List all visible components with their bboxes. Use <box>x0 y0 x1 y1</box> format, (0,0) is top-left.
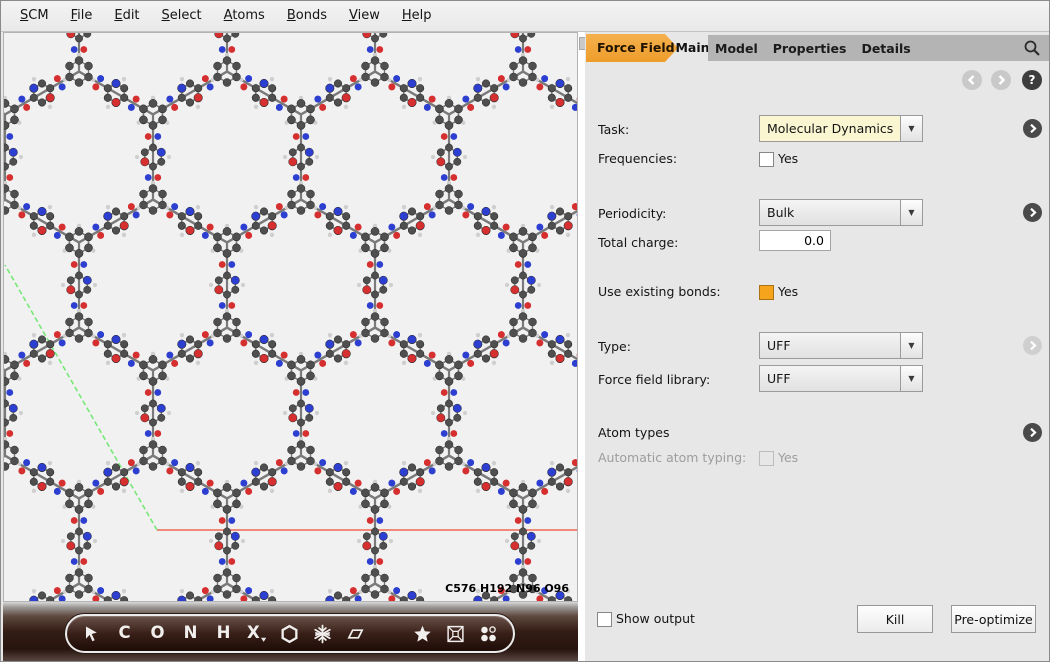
element-picker-button[interactable]: X <box>247 621 266 647</box>
task-value: Molecular Dynamics <box>760 116 900 141</box>
menu-bar: SCM File Edit Select Atoms Bonds View He… <box>1 1 1049 32</box>
nitrogen-tool-button[interactable]: N <box>181 621 200 647</box>
atom-types-detail-button[interactable] <box>1023 423 1042 442</box>
task-detail-button[interactable] <box>1023 119 1042 138</box>
benzene-ring-icon <box>280 624 299 644</box>
type-dropdown[interactable]: UFF ▼ <box>759 332 923 359</box>
chevron-right-icon <box>1027 207 1038 218</box>
panel-splitter[interactable] <box>578 32 585 661</box>
frequencies-label: Frequencies: <box>598 151 677 166</box>
benzene-ring-tool-button[interactable] <box>280 621 299 647</box>
show-output-checkbox[interactable] <box>597 612 612 627</box>
molecule-viewer[interactable]: C576 H192 N96 O96 <box>3 32 578 602</box>
carbon-tool-button[interactable]: C <box>115 621 134 647</box>
menu-scm[interactable]: SCM <box>9 1 60 31</box>
type-value: UFF <box>760 333 900 358</box>
history-back-button[interactable] <box>962 70 982 90</box>
dropdown-arrow-icon[interactable]: ▼ <box>900 200 922 225</box>
viewer-toolbar-strip: C O N H X <box>3 602 578 661</box>
automatic-atom-typing-checkbox <box>759 451 774 466</box>
hydrogen-label: H <box>217 625 231 642</box>
tab-strip: Model Properties Details <box>708 35 1049 61</box>
help-button[interactable]: ? <box>1022 70 1042 90</box>
dropdown-arrow-icon[interactable]: ▼ <box>900 116 922 141</box>
periodic-cell-view-button[interactable] <box>446 621 465 647</box>
render-style-button[interactable] <box>479 621 498 647</box>
oxygen-label: O <box>150 625 164 642</box>
total-charge-label: Total charge: <box>598 235 678 250</box>
application-window: SCM File Edit Select Atoms Bonds View He… <box>0 0 1050 662</box>
molecule-structure <box>4 33 577 601</box>
tab-model[interactable]: Model <box>715 41 758 56</box>
snowflake-icon <box>313 624 332 644</box>
search-icon <box>1022 38 1042 58</box>
periodicity-label: Periodicity: <box>598 206 666 221</box>
menu-help[interactable]: Help <box>391 1 443 31</box>
automatic-atom-typing-label: Automatic atom typing: <box>598 450 746 465</box>
tab-force-field[interactable]: Force Field <box>586 34 678 62</box>
cell-box-icon <box>446 624 465 644</box>
total-charge-input[interactable] <box>759 230 831 251</box>
atom-types-label: Atom types <box>598 425 669 440</box>
task-dropdown[interactable]: Molecular Dynamics ▼ <box>759 115 923 142</box>
element-x-label: X <box>247 625 260 642</box>
use-existing-bonds-yes-label[interactable]: Yes <box>778 284 798 299</box>
force-field-library-label: Force field library: <box>598 372 710 387</box>
chemical-formula: C576 H192 N96 O96 <box>445 582 569 595</box>
periodicity-dropdown[interactable]: Bulk ▼ <box>759 199 923 226</box>
force-field-library-value: UFF <box>760 366 900 391</box>
oxygen-tool-button[interactable]: O <box>148 621 167 647</box>
pointer-tool-button[interactable] <box>82 621 101 647</box>
frequencies-checkbox[interactable] <box>759 152 774 167</box>
favorites-tool-button[interactable] <box>413 621 432 647</box>
chevron-right-icon <box>1027 123 1038 134</box>
parallelogram-icon <box>346 624 365 644</box>
tab-main[interactable]: Main <box>675 34 710 62</box>
force-field-library-dropdown[interactable]: UFF ▼ <box>759 365 923 392</box>
search-button[interactable] <box>1022 38 1042 58</box>
hydrogen-tool-button[interactable]: H <box>214 621 233 647</box>
use-existing-bonds-checkbox[interactable] <box>759 285 774 300</box>
tab-properties[interactable]: Properties <box>773 41 847 56</box>
use-existing-bonds-label: Use existing bonds: <box>598 284 721 299</box>
freeze-tool-button[interactable] <box>313 621 332 647</box>
menu-select[interactable]: Select <box>151 1 213 31</box>
history-forward-button[interactable] <box>991 70 1011 90</box>
dropdown-arrow-icon[interactable]: ▼ <box>900 366 922 391</box>
menu-atoms[interactable]: Atoms <box>213 1 276 31</box>
atom-toolbar: C O N H X <box>65 614 515 653</box>
element-picker-caret-icon <box>261 637 266 643</box>
show-output-label[interactable]: Show output <box>616 611 695 626</box>
menu-file[interactable]: File <box>60 1 104 31</box>
chevron-right-icon <box>1027 427 1038 438</box>
star-icon <box>413 624 432 644</box>
chevron-right-icon <box>1027 340 1038 351</box>
pointer-icon <box>82 624 101 644</box>
unit-cell-tool-button[interactable] <box>346 621 365 647</box>
carbon-label: C <box>118 625 130 642</box>
tab-details[interactable]: Details <box>861 41 910 56</box>
chevron-left-icon <box>966 74 978 86</box>
menu-view[interactable]: View <box>338 1 391 31</box>
balls-icon <box>479 624 498 644</box>
task-label: Task: <box>598 122 629 137</box>
frequencies-yes-label[interactable]: Yes <box>778 151 798 166</box>
help-icon: ? <box>1029 73 1036 87</box>
nitrogen-label: N <box>184 625 198 642</box>
automatic-atom-typing-yes-label: Yes <box>778 450 798 465</box>
dropdown-arrow-icon[interactable]: ▼ <box>900 333 922 358</box>
pre-optimize-button[interactable]: Pre-optimize <box>951 605 1036 633</box>
periodicity-value: Bulk <box>760 200 900 225</box>
type-detail-button-disabled <box>1023 336 1042 355</box>
menu-edit[interactable]: Edit <box>103 1 150 31</box>
periodicity-detail-button[interactable] <box>1023 203 1042 222</box>
chevron-right-icon <box>995 74 1007 86</box>
type-label: Type: <box>598 339 631 354</box>
menu-bonds[interactable]: Bonds <box>276 1 338 31</box>
kill-button[interactable]: Kill <box>857 605 933 633</box>
